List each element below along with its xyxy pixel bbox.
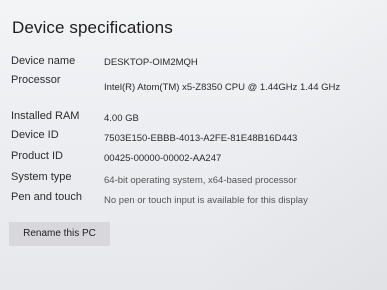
section-title: Device specifications bbox=[12, 18, 173, 37]
spec-label: Processor bbox=[11, 74, 61, 86]
spec-label: Device name bbox=[11, 55, 76, 67]
device-specifications-panel: Device specifications Device name DESKTO… bbox=[0, 0, 387, 290]
spec-value: 00425-00000-00002-AA247 bbox=[104, 153, 222, 164]
spec-value: 4.00 GB bbox=[104, 113, 139, 124]
spec-value: 7503E150-EBBB-4013-A2FE-81E48B16D443 bbox=[104, 133, 298, 144]
rename-pc-button[interactable]: Rename this PC bbox=[9, 222, 110, 246]
spec-label: Device ID bbox=[11, 129, 59, 141]
spec-value: DESKTOP-OIM2MQH bbox=[104, 57, 198, 68]
spec-label: Installed RAM bbox=[11, 110, 80, 122]
spec-label: Product ID bbox=[11, 150, 63, 162]
spec-value: No pen or touch input is available for t… bbox=[104, 195, 308, 206]
screen-glare bbox=[0, 0, 387, 290]
spec-label: Pen and touch bbox=[11, 191, 82, 203]
spec-value: 64-bit operating system, x64-based proce… bbox=[104, 175, 297, 186]
spec-value: Intel(R) Atom(TM) x5-Z8350 CPU @ 1.44GHz… bbox=[104, 82, 341, 93]
spec-label: System type bbox=[11, 171, 72, 183]
